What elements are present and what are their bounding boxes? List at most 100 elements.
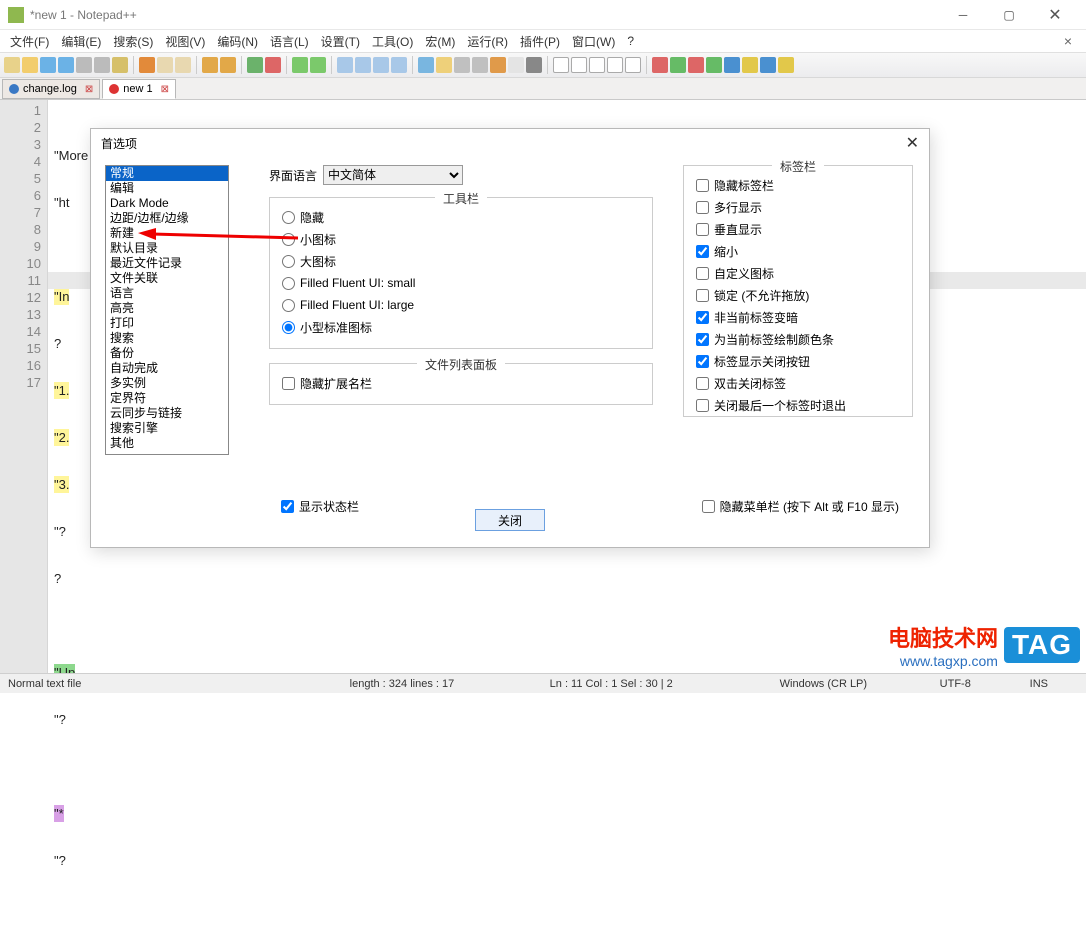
- tool-g1-icon[interactable]: [670, 57, 686, 73]
- tb-hide-radio[interactable]: [282, 211, 295, 224]
- cat-defaultdir[interactable]: 默认目录: [106, 241, 228, 256]
- record-icon[interactable]: [553, 57, 569, 73]
- redo-icon[interactable]: [220, 57, 236, 73]
- cat-print[interactable]: 打印: [106, 316, 228, 331]
- hideext-check[interactable]: [282, 377, 295, 390]
- tb-std-radio[interactable]: [282, 321, 295, 334]
- tab-close-icon[interactable]: ⊠: [161, 84, 169, 95]
- savemacro-icon[interactable]: [625, 57, 641, 73]
- tab-opt-4[interactable]: [696, 267, 709, 280]
- maximize-button[interactable]: ▢: [986, 0, 1032, 30]
- tab-changelog[interactable]: change.log ⊠: [2, 79, 100, 99]
- tool-b1-icon[interactable]: [724, 57, 740, 73]
- close-button[interactable]: ✕: [1032, 0, 1078, 30]
- menu-search[interactable]: 搜索(S): [107, 31, 159, 52]
- tb-small-radio[interactable]: [282, 233, 295, 246]
- indent-icon[interactable]: [418, 57, 434, 73]
- sync-v-icon[interactable]: [337, 57, 353, 73]
- tool-r2-icon[interactable]: [688, 57, 704, 73]
- cat-multiinst[interactable]: 多实例: [106, 376, 228, 391]
- tool-g2-icon[interactable]: [706, 57, 722, 73]
- cat-autocomplete[interactable]: 自动完成: [106, 361, 228, 376]
- paste-icon[interactable]: [175, 57, 191, 73]
- funclist-icon[interactable]: [490, 57, 506, 73]
- cat-general[interactable]: 常规: [106, 166, 228, 181]
- cat-new[interactable]: 新建: [106, 226, 228, 241]
- tab-opt-9[interactable]: [696, 377, 709, 390]
- tab-new1[interactable]: new 1 ⊠: [102, 79, 176, 99]
- print-icon[interactable]: [112, 57, 128, 73]
- menu-tools[interactable]: 工具(O): [366, 31, 419, 52]
- menu-run[interactable]: 运行(R): [461, 31, 514, 52]
- tab-opt-6[interactable]: [696, 311, 709, 324]
- saveall-icon[interactable]: [58, 57, 74, 73]
- menu-settings[interactable]: 设置(T): [315, 31, 366, 52]
- doclist-icon[interactable]: [472, 57, 488, 73]
- open-icon[interactable]: [22, 57, 38, 73]
- undo-icon[interactable]: [202, 57, 218, 73]
- menu-plugins[interactable]: 插件(P): [514, 31, 566, 52]
- save-icon[interactable]: [40, 57, 56, 73]
- close-button[interactable]: 关闭: [475, 509, 545, 531]
- menu-file[interactable]: 文件(F): [4, 31, 55, 52]
- tab-opt-10[interactable]: [696, 399, 709, 412]
- category-list[interactable]: 常规 编辑 Dark Mode 边距/边框/边缘 新建 默认目录 最近文件记录 …: [105, 165, 229, 455]
- cat-fileassoc[interactable]: 文件关联: [106, 271, 228, 286]
- stop-icon[interactable]: [571, 57, 587, 73]
- tool-r1-icon[interactable]: [652, 57, 668, 73]
- tool-y1-icon[interactable]: [742, 57, 758, 73]
- tab-opt-3[interactable]: [696, 245, 709, 258]
- tb-ffl-radio[interactable]: [282, 299, 295, 312]
- cat-searchengine[interactable]: 搜索引擎: [106, 421, 228, 436]
- allchars-icon[interactable]: [391, 57, 407, 73]
- tool-y2-icon[interactable]: [778, 57, 794, 73]
- sync-h-icon[interactable]: [355, 57, 371, 73]
- tab-opt-2[interactable]: [696, 223, 709, 236]
- cat-search[interactable]: 搜索: [106, 331, 228, 346]
- cat-cloud[interactable]: 云同步与链接: [106, 406, 228, 421]
- tb-ffs-radio[interactable]: [282, 277, 295, 290]
- folder-icon[interactable]: [436, 57, 452, 73]
- tool-b2-icon[interactable]: [760, 57, 776, 73]
- docmap-icon[interactable]: [454, 57, 470, 73]
- tab-opt-0[interactable]: [696, 179, 709, 192]
- menu-help[interactable]: ?: [621, 32, 640, 50]
- menu-view[interactable]: 视图(V): [159, 31, 211, 52]
- tab-opt-7[interactable]: [696, 333, 709, 346]
- cat-edit[interactable]: 编辑: [106, 181, 228, 196]
- tab-opt-8[interactable]: [696, 355, 709, 368]
- tab-close-icon[interactable]: ⊠: [85, 84, 93, 95]
- wrap-icon[interactable]: [373, 57, 389, 73]
- cat-highlight[interactable]: 高亮: [106, 301, 228, 316]
- copy-icon[interactable]: [157, 57, 173, 73]
- show-statusbar-check[interactable]: [281, 500, 294, 513]
- monitor-icon[interactable]: [508, 57, 524, 73]
- cat-backup[interactable]: 备份: [106, 346, 228, 361]
- tab-opt-1[interactable]: [696, 201, 709, 214]
- new-icon[interactable]: [4, 57, 20, 73]
- zoomout-icon[interactable]: [310, 57, 326, 73]
- play-icon[interactable]: [589, 57, 605, 73]
- minimize-button[interactable]: ─: [940, 0, 986, 30]
- tool-a-icon[interactable]: [526, 57, 542, 73]
- cat-language[interactable]: 语言: [106, 286, 228, 301]
- playmulti-icon[interactable]: [607, 57, 623, 73]
- cat-delimiter[interactable]: 定界符: [106, 391, 228, 406]
- cat-margins[interactable]: 边距/边框/边缘: [106, 211, 228, 226]
- menu-window[interactable]: 窗口(W): [566, 31, 621, 52]
- cat-recent[interactable]: 最近文件记录: [106, 256, 228, 271]
- menu-edit[interactable]: 编辑(E): [55, 31, 107, 52]
- tab-opt-5[interactable]: [696, 289, 709, 302]
- zoomin-icon[interactable]: [292, 57, 308, 73]
- dialog-close-icon[interactable]: ✕: [906, 133, 919, 153]
- closeall-icon[interactable]: [94, 57, 110, 73]
- hide-menubar-check[interactable]: [702, 500, 715, 513]
- menu-close-x[interactable]: ×: [1054, 33, 1082, 49]
- cat-other[interactable]: 其他: [106, 436, 228, 451]
- menu-language[interactable]: 语言(L): [264, 31, 315, 52]
- lang-select[interactable]: 中文简体: [323, 165, 463, 185]
- cut-icon[interactable]: [139, 57, 155, 73]
- menu-macro[interactable]: 宏(M): [419, 31, 461, 52]
- cat-darkmode[interactable]: Dark Mode: [106, 196, 228, 211]
- close-icon[interactable]: [76, 57, 92, 73]
